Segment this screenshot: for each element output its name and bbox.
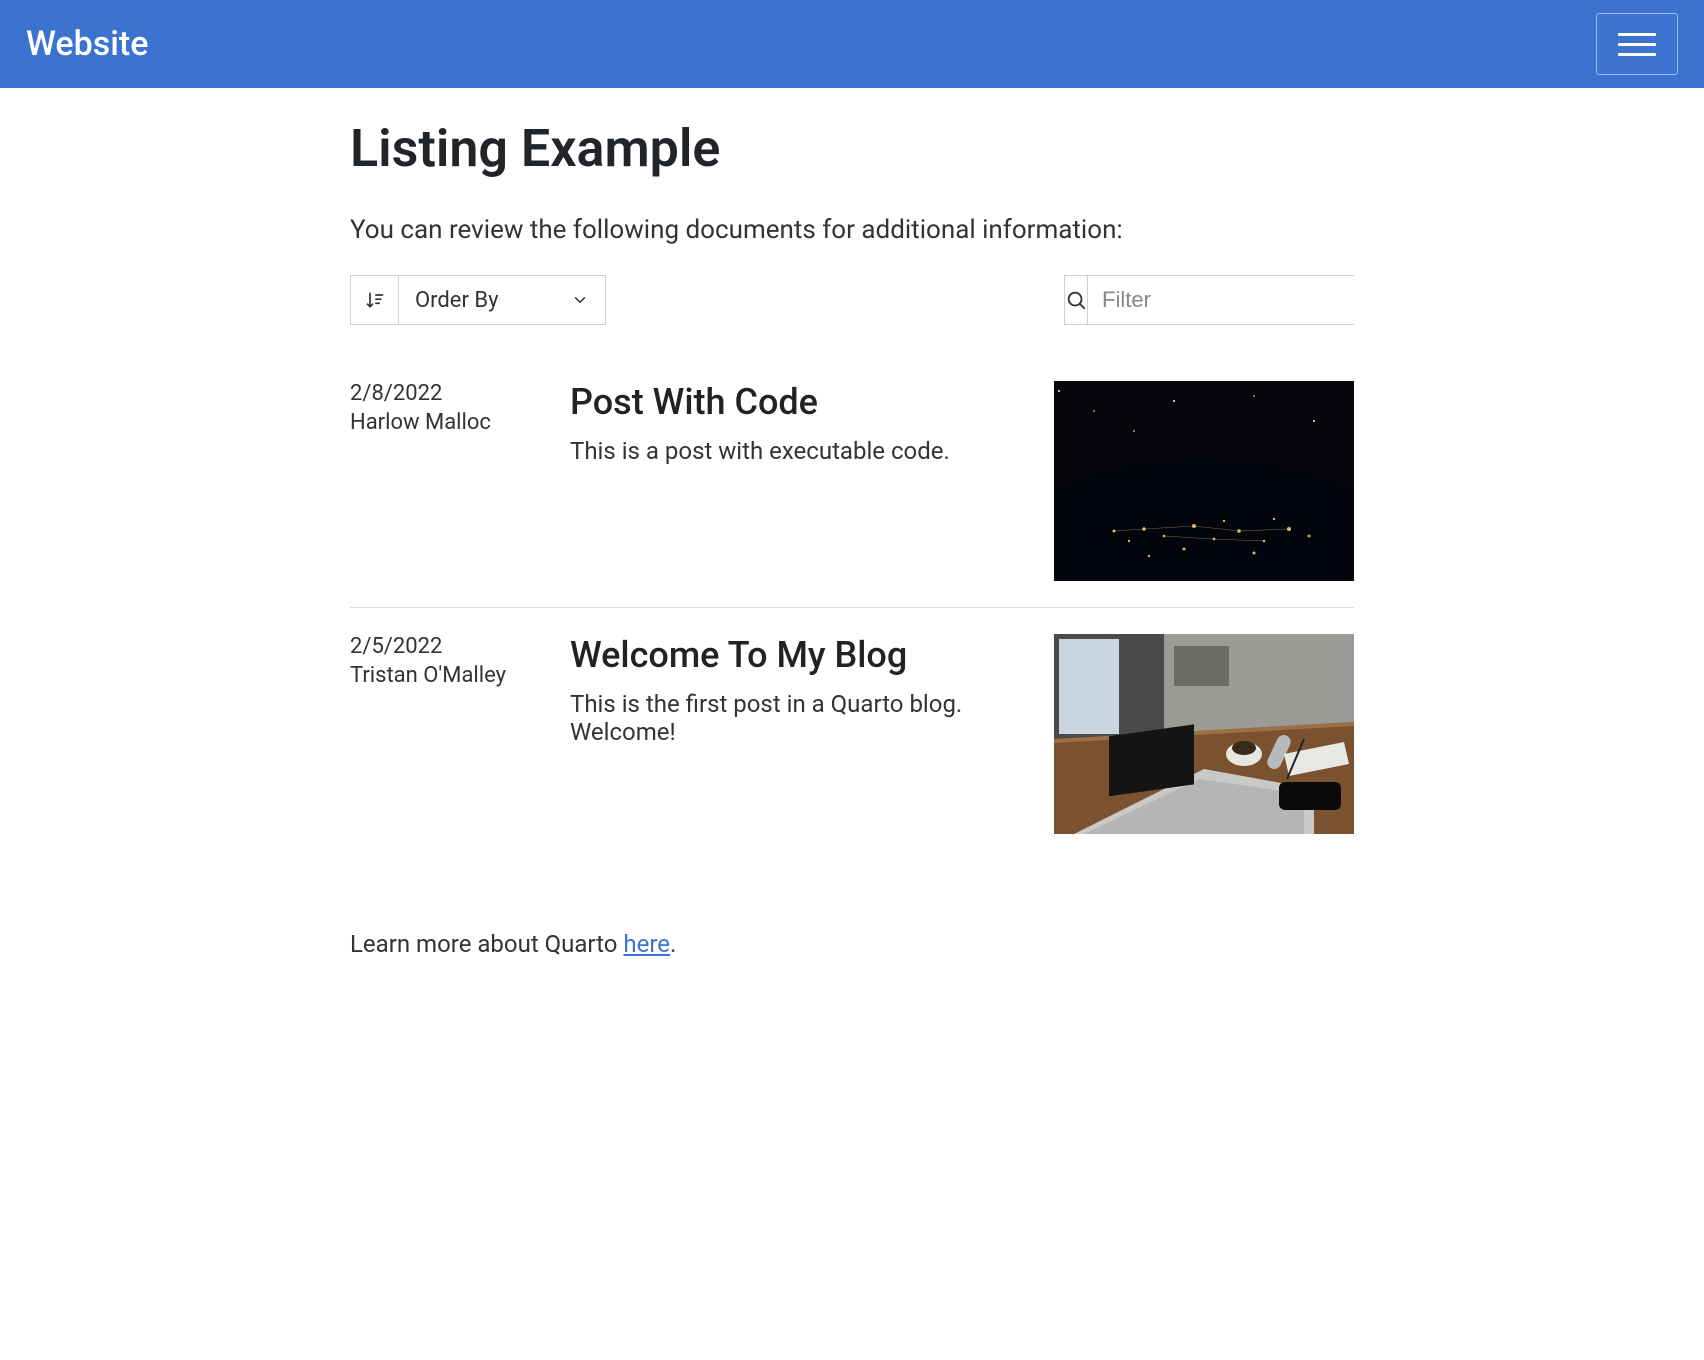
post-thumbnail[interactable]	[1054, 634, 1354, 834]
post-title[interactable]: Post With Code	[570, 381, 1024, 423]
page-title: Listing Example	[350, 118, 1354, 179]
filter-input[interactable]	[1088, 276, 1404, 324]
order-by-label: Order By	[415, 288, 499, 313]
chevron-down-icon	[571, 291, 589, 309]
post-author: Harlow Malloc	[350, 410, 540, 435]
post-meta: 2/5/2022 Tristan O'Malley	[350, 634, 540, 834]
main-content: Listing Example You can review the follo…	[350, 118, 1354, 998]
footer-prefix: Learn more about Quarto	[350, 930, 623, 958]
sort-direction-button[interactable]	[351, 276, 399, 324]
earth-space-icon	[1054, 381, 1354, 581]
post-meta: 2/8/2022 Harlow Malloc	[350, 381, 540, 581]
post-title[interactable]: Welcome To My Blog	[570, 634, 1024, 676]
post-body: Welcome To My Blog This is the first pos…	[570, 634, 1024, 834]
post-excerpt: This is the first post in a Quarto blog.…	[570, 690, 1024, 746]
site-brand[interactable]: Website	[26, 24, 148, 64]
page-subtitle: You can review the following documents f…	[350, 215, 1354, 245]
post-excerpt: This is a post with executable code.	[570, 437, 1024, 465]
post-date: 2/5/2022	[350, 634, 540, 659]
post-item[interactable]: 2/5/2022 Tristan O'Malley Welcome To My …	[350, 607, 1354, 860]
quarto-link[interactable]: here	[623, 930, 670, 958]
order-by-select[interactable]: Order By	[399, 276, 605, 324]
footer-note: Learn more about Quarto here.	[350, 930, 1354, 958]
hamburger-icon	[1618, 33, 1656, 36]
desk-laptop-icon	[1054, 634, 1354, 834]
menu-toggle-button[interactable]	[1596, 13, 1678, 75]
order-by-group: Order By	[350, 275, 606, 325]
footer-suffix: .	[670, 930, 676, 958]
post-author: Tristan O'Malley	[350, 663, 540, 688]
search-icon	[1065, 289, 1087, 311]
post-date: 2/8/2022	[350, 381, 540, 406]
post-thumbnail[interactable]	[1054, 381, 1354, 581]
filter-group	[1064, 275, 1354, 325]
search-icon-box	[1065, 276, 1088, 324]
sort-icon	[365, 290, 385, 310]
navbar: Website	[0, 0, 1704, 88]
post-item[interactable]: 2/8/2022 Harlow Malloc Post With Code Th…	[350, 355, 1354, 607]
post-body: Post With Code This is a post with execu…	[570, 381, 1024, 581]
listing-controls: Order By	[350, 275, 1354, 325]
